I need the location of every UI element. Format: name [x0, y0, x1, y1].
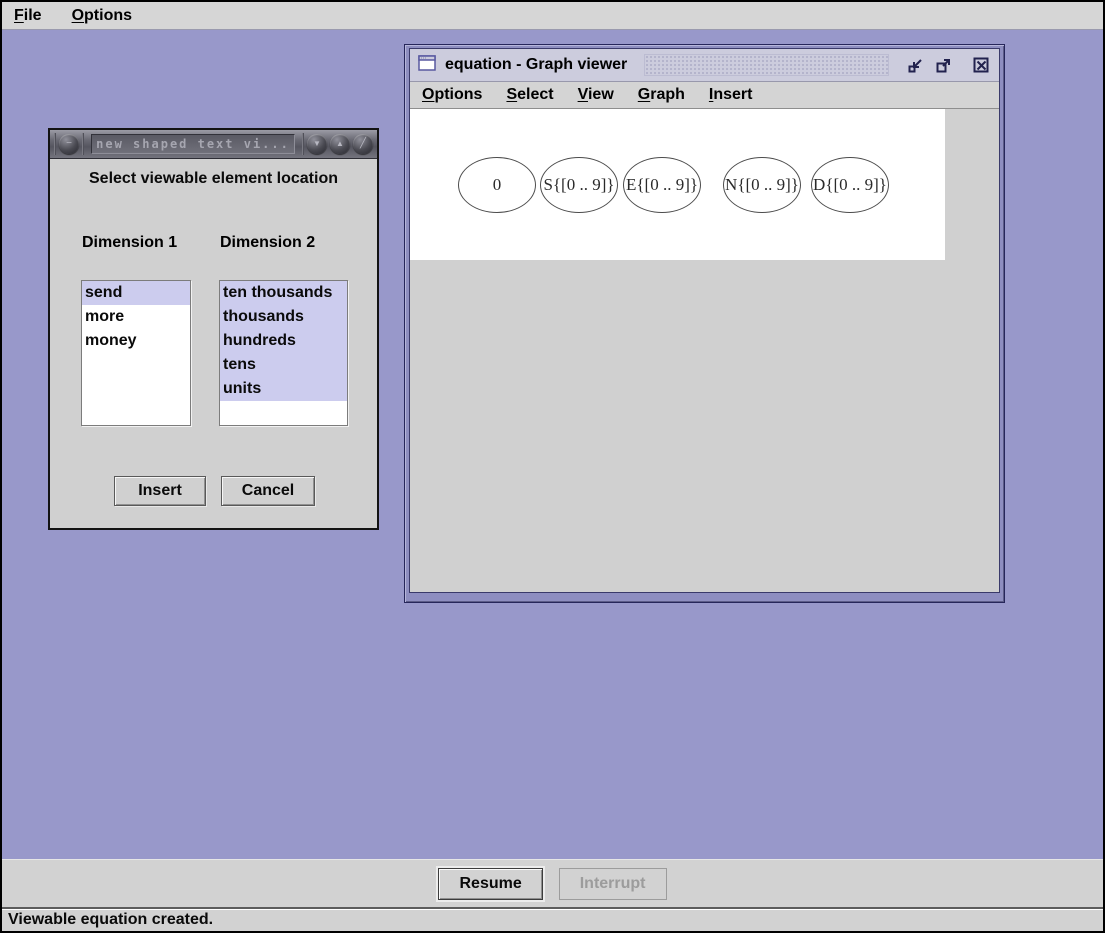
graph-node-label: N{[0 .. 9]} [725, 175, 799, 195]
menu-slash-icon[interactable]: ╱ [353, 134, 373, 154]
graph-viewer-content: 0 S{[0 .. 9]} E{[0 .. 9]} N{[0 .. 9]} D{… [410, 109, 999, 592]
close-icon[interactable]: − [59, 134, 79, 154]
dialog-title: new shaped text vi... [91, 134, 295, 154]
cancel-button[interactable]: Cancel [221, 476, 315, 506]
dimension1-listbox[interactable]: send more money [81, 280, 191, 426]
menu-options-rest: ptions [84, 7, 132, 24]
shade-down-icon[interactable]: ▼ [307, 134, 327, 154]
menu-file-mnemonic: F [14, 7, 24, 24]
dialog-heading: Select viewable element location [50, 170, 377, 188]
dimension2-label: Dimension 2 [220, 234, 315, 252]
menu-gv-insert-rest: nsert [713, 86, 752, 103]
list-item[interactable]: send [82, 281, 190, 305]
interrupt-button[interactable]: Interrupt [559, 868, 667, 900]
list-item[interactable]: ten thousands [220, 281, 347, 305]
list-item[interactable]: more [82, 305, 190, 329]
maximize-icon[interactable] [934, 56, 953, 75]
resume-button[interactable]: Resume [438, 868, 542, 900]
titlebar-texture [644, 54, 889, 76]
graph-viewer-titlebar[interactable]: equation - Graph viewer [410, 49, 999, 82]
menu-gv-options-mnemonic: O [422, 86, 434, 103]
menu-gv-graph[interactable]: Graph [638, 86, 685, 104]
menu-gv-select[interactable]: Select [506, 86, 553, 104]
app-menubar: File Options [2, 2, 1103, 30]
list-item[interactable]: units [220, 377, 347, 401]
titlebar-divider [54, 133, 56, 155]
control-bar: Resume Interrupt [2, 859, 1103, 907]
menu-gv-view-rest: iew [588, 86, 614, 103]
menu-gv-select-mnemonic: S [506, 86, 517, 103]
dimension2-listbox[interactable]: ten thousands thousands hundreds tens un… [219, 280, 348, 426]
window-graph-viewer: equation - Graph viewer [404, 44, 1005, 603]
menu-file-rest: ile [24, 7, 42, 24]
list-item[interactable]: tens [220, 353, 347, 377]
graph-node-label: 0 [493, 175, 502, 195]
menu-options-mnemonic: O [72, 7, 84, 24]
graph-node-label: D{[0 .. 9]} [813, 175, 887, 195]
menu-gv-select-rest: elect [517, 86, 553, 103]
menu-gv-options[interactable]: Options [422, 86, 482, 104]
minimize-icon[interactable] [906, 56, 925, 75]
shade-up-icon[interactable]: ▲ [330, 134, 350, 154]
dialog-new-shaped-text-viewer: − new shaped text vi... ▼ ▲ ╱ Select vie… [48, 128, 379, 530]
menu-options[interactable]: Options [72, 7, 132, 25]
graph-viewer-title: equation - Graph viewer [445, 56, 627, 74]
desktop: File Options − new shaped text vi... ▼ ▲… [0, 0, 1105, 933]
graph-node-label: E{[0 .. 9]} [626, 175, 698, 195]
menu-gv-insert[interactable]: Insert [709, 86, 753, 104]
list-item[interactable]: money [82, 329, 190, 353]
list-item[interactable]: hundreds [220, 329, 347, 353]
close-icon[interactable] [972, 56, 991, 75]
menu-gv-graph-mnemonic: G [638, 86, 650, 103]
titlebar-divider [302, 133, 304, 155]
dialog-titlebar[interactable]: − new shaped text vi... ▼ ▲ ╱ [50, 130, 377, 159]
menu-gv-options-rest: ptions [434, 86, 482, 103]
menu-gv-graph-rest: raph [650, 86, 685, 103]
graph-canvas[interactable]: 0 S{[0 .. 9]} E{[0 .. 9]} N{[0 .. 9]} D{… [410, 109, 945, 260]
graph-viewer-menubar: Options Select View Graph Insert [410, 82, 999, 109]
titlebar-divider [82, 133, 84, 155]
dimension1-label: Dimension 1 [82, 234, 177, 252]
list-item[interactable]: thousands [220, 305, 347, 329]
menu-gv-view[interactable]: View [578, 86, 614, 104]
window-icon [418, 55, 436, 76]
insert-button[interactable]: Insert [114, 476, 206, 506]
menu-gv-view-mnemonic: V [578, 86, 588, 103]
menu-file[interactable]: File [14, 7, 42, 25]
graph-node-label: S{[0 .. 9]} [543, 175, 614, 195]
status-bar: Viewable equation created. [2, 907, 1103, 931]
